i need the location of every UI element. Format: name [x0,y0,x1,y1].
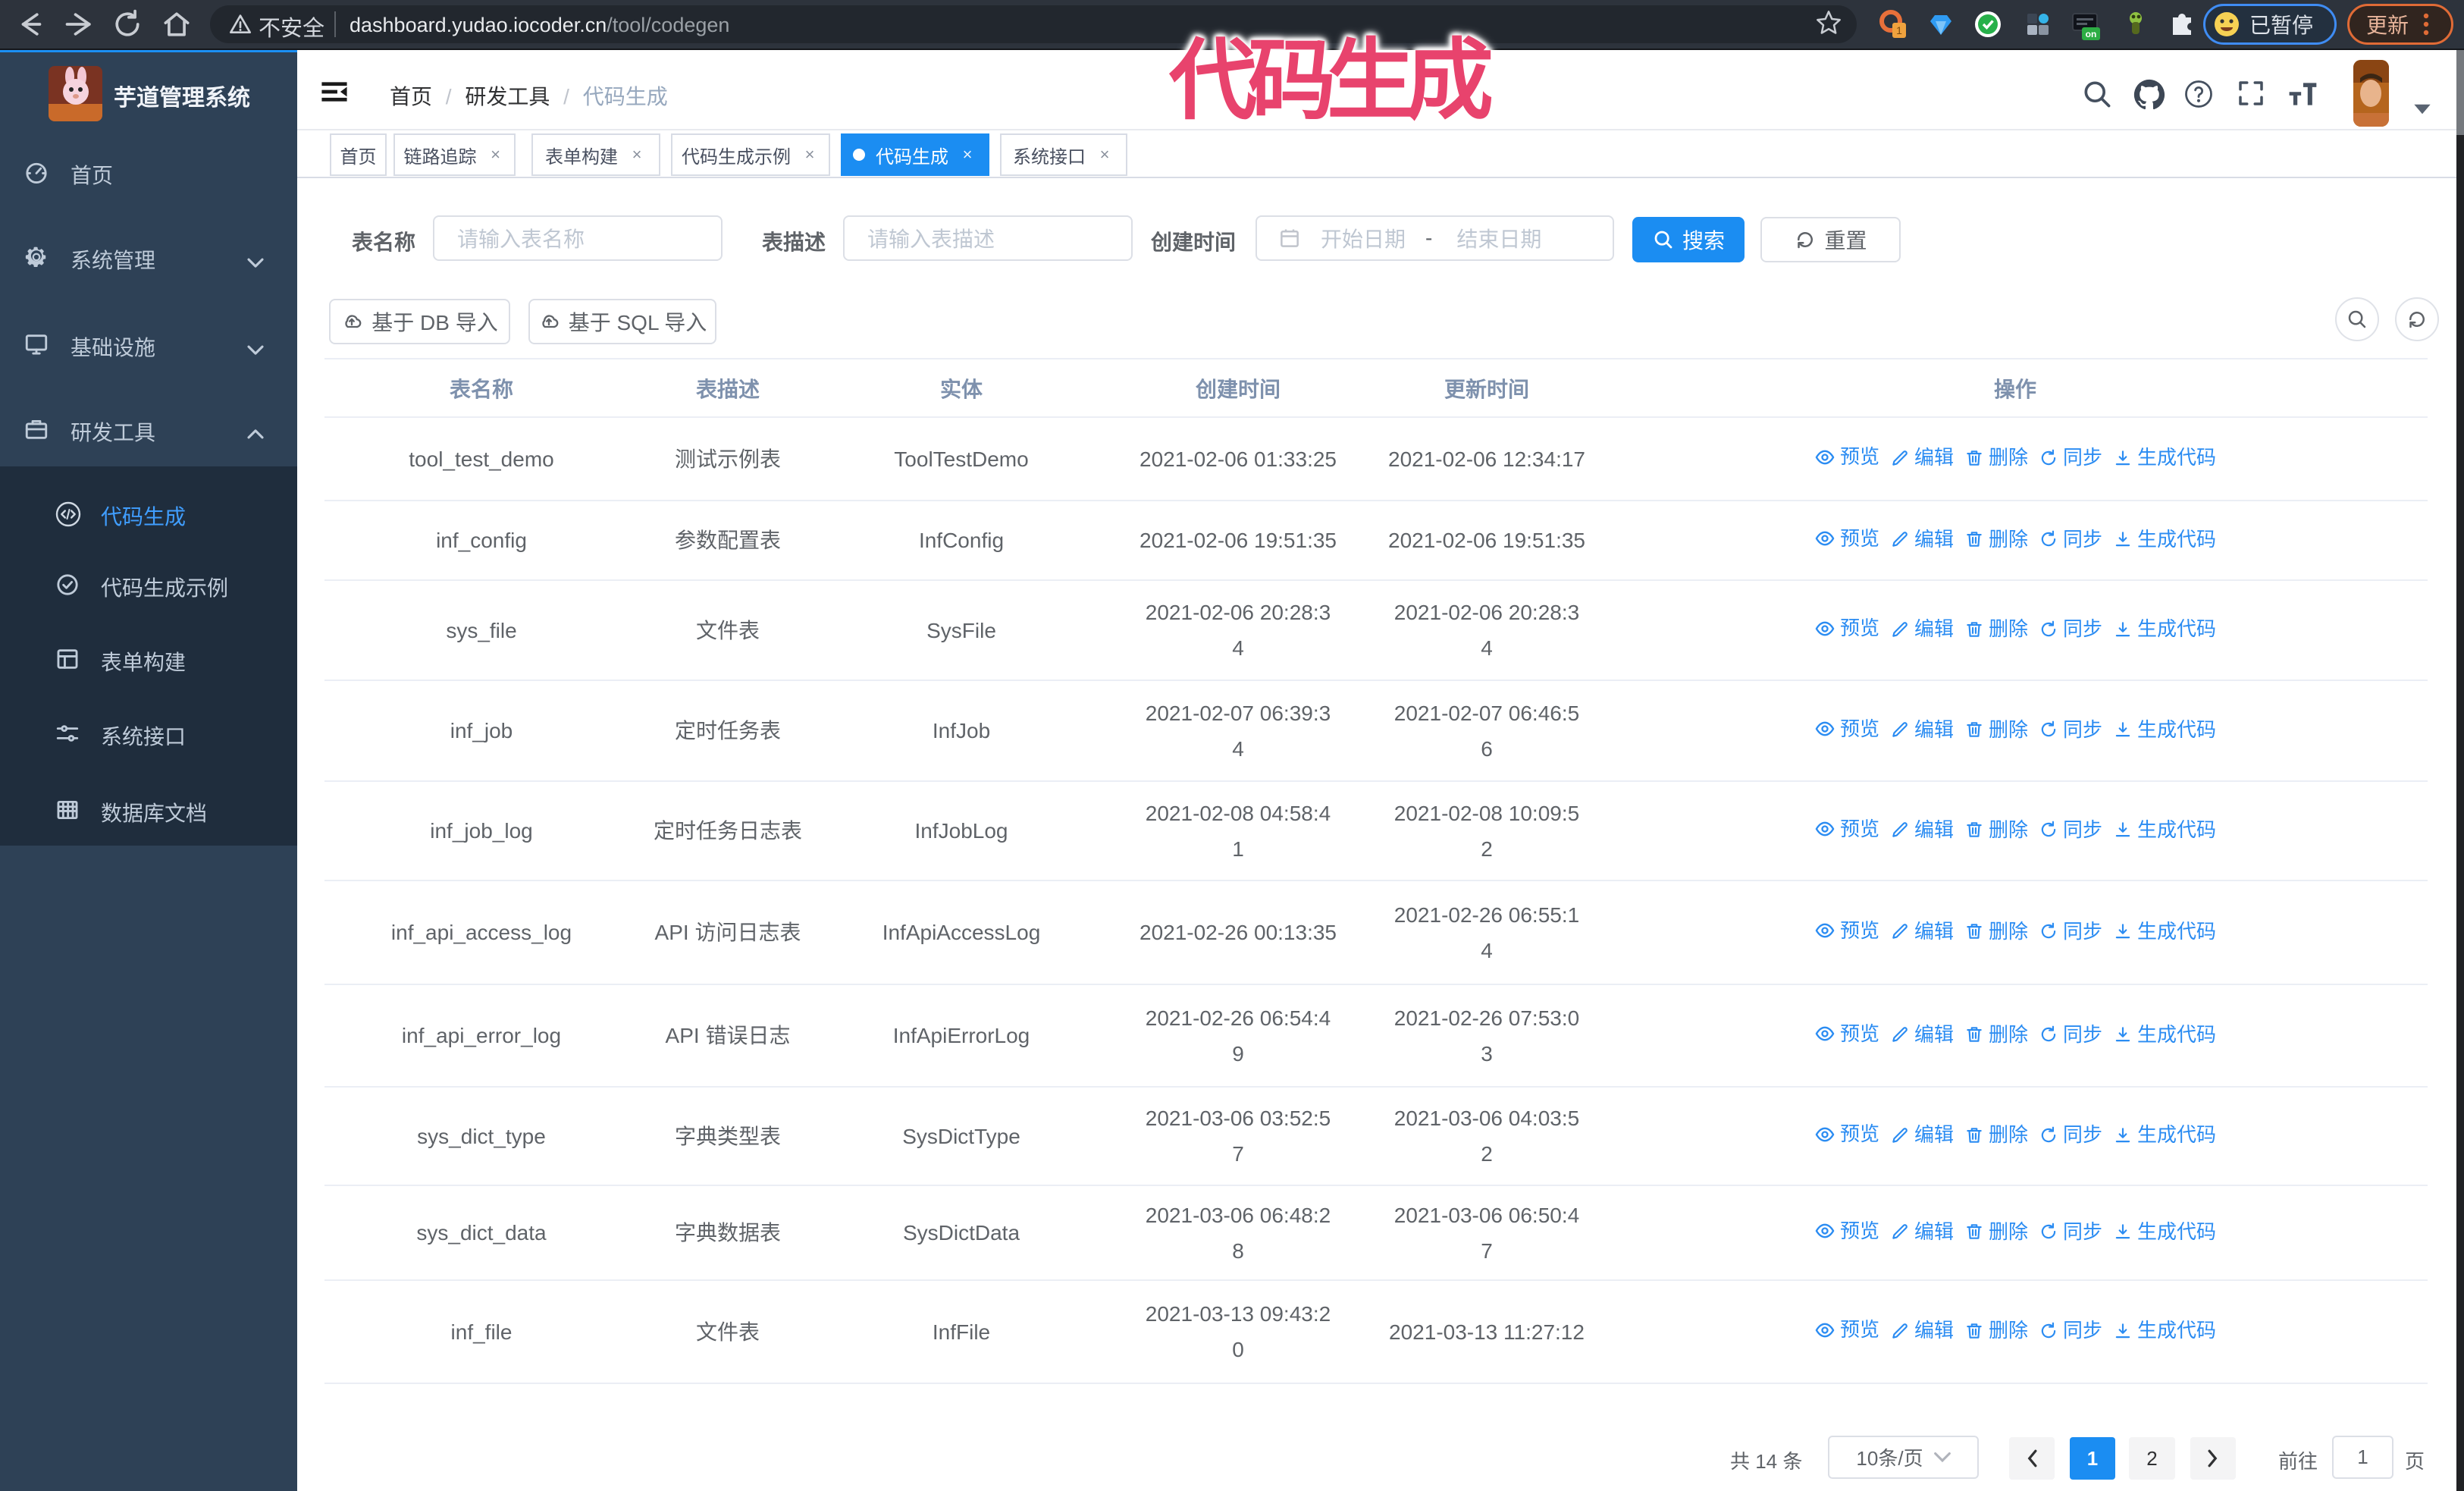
svg-text:1: 1 [1896,24,1902,36]
svg-text:on: on [2086,29,2097,39]
